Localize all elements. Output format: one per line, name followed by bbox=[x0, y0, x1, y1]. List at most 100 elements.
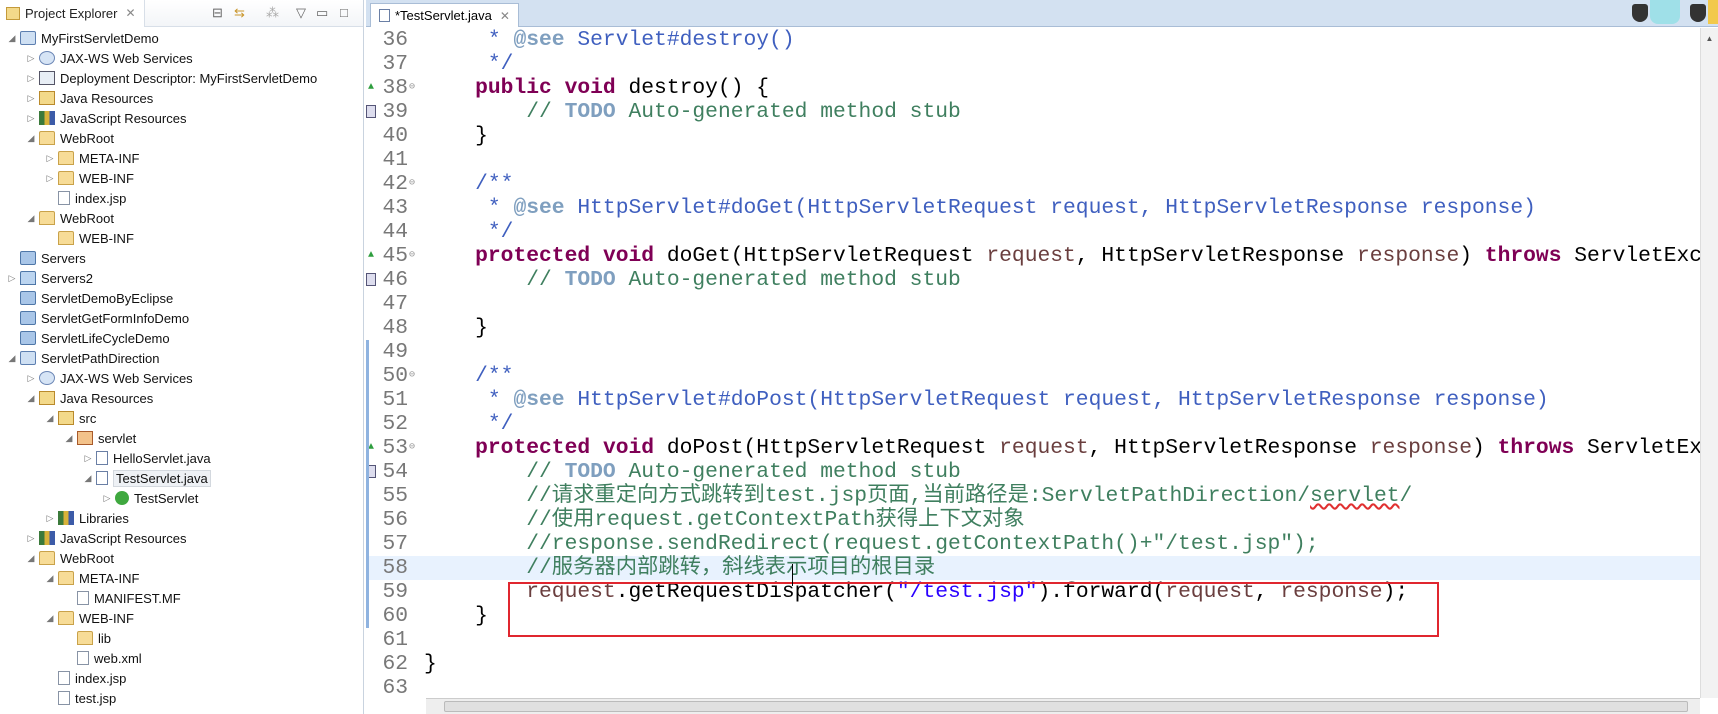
code-area[interactable]: 36 * @see Servlet#destroy() 37 */38 ⊖ ▲ pub… bbox=[366, 28, 1700, 698]
tree-item[interactable]: ▷ META-INF bbox=[44, 148, 140, 168]
collapsed-arrow-icon[interactable]: ▷ bbox=[25, 373, 37, 384]
close-icon[interactable]: ✕ bbox=[125, 6, 135, 20]
minimize-icon[interactable]: ▭ bbox=[316, 5, 328, 21]
tree-item[interactable]: ▷ TestServlet bbox=[101, 488, 199, 508]
collapsed-arrow-icon[interactable]: ▷ bbox=[101, 493, 113, 504]
view-menu-icon[interactable]: ▽ bbox=[296, 5, 306, 21]
filter-icon[interactable]: ⁂ bbox=[266, 5, 279, 21]
expanded-arrow-icon[interactable]: ◢ bbox=[44, 413, 56, 424]
code-line[interactable]: 57 //response.sendRedirect(request.getCo… bbox=[366, 532, 1700, 556]
tree-item[interactable]: test.jsp bbox=[44, 688, 116, 708]
collapsed-arrow-icon[interactable]: ▷ bbox=[25, 93, 37, 104]
horizontal-scrollbar[interactable] bbox=[426, 698, 1700, 714]
code-line[interactable]: 42 ⊖ /** bbox=[366, 172, 1700, 196]
code-line[interactable]: 48 } bbox=[366, 316, 1700, 340]
tree-item[interactable]: ◢ META-INF bbox=[44, 568, 140, 588]
code-line[interactable]: 56 //使用request.getContextPath获得上下文对象 bbox=[366, 508, 1700, 532]
tree-item[interactable]: ServletDemoByEclipse bbox=[6, 288, 173, 308]
code-line[interactable]: 50 ⊖ /** bbox=[366, 364, 1700, 388]
maximize-icon[interactable]: □ bbox=[340, 5, 348, 20]
code-line[interactable]: 54 // TODO Auto-generated method stub bbox=[366, 460, 1700, 484]
code-line[interactable]: 41 bbox=[366, 148, 1700, 172]
collapsed-arrow-icon[interactable]: ▷ bbox=[25, 53, 37, 64]
vertical-scrollbar[interactable]: ▲ bbox=[1700, 28, 1718, 698]
code-line[interactable]: 38 ⊖ ▲ public void destroy() { bbox=[366, 76, 1700, 100]
expanded-arrow-icon[interactable]: ◢ bbox=[25, 213, 37, 224]
code-line[interactable]: 44 */ bbox=[366, 220, 1700, 244]
tree-item[interactable]: ▷ JAX-WS Web Services bbox=[25, 368, 193, 388]
code-line[interactable]: 46 // TODO Auto-generated method stub bbox=[366, 268, 1700, 292]
code-line[interactable]: 39 // TODO Auto-generated method stub bbox=[366, 100, 1700, 124]
code-line[interactable]: 55 //请求重定向方式跳转到test.jsp页面,当前路径是:ServletP… bbox=[366, 484, 1700, 508]
tree-item[interactable]: ▷ Java Resources bbox=[25, 88, 154, 108]
expanded-arrow-icon[interactable]: ◢ bbox=[63, 433, 75, 444]
expanded-arrow-icon[interactable]: ◢ bbox=[82, 473, 94, 484]
code-line[interactable]: 37 */ bbox=[366, 52, 1700, 76]
fold-toggle-icon[interactable]: ⊖ bbox=[409, 172, 415, 196]
fold-toggle-icon[interactable]: ⊖ bbox=[409, 76, 415, 100]
code-line[interactable]: 52 */ bbox=[366, 412, 1700, 436]
tree-item[interactable]: lib bbox=[63, 628, 111, 648]
scroll-up-icon[interactable]: ▲ bbox=[1701, 34, 1718, 43]
collapsed-arrow-icon[interactable]: ▷ bbox=[82, 453, 94, 464]
scrollbar-thumb[interactable] bbox=[444, 701, 1688, 712]
code-line[interactable]: 36 * @see Servlet#destroy() bbox=[366, 28, 1700, 52]
tree-item[interactable]: ▷ Servers2 bbox=[6, 268, 94, 288]
tree-item[interactable]: web.xml bbox=[63, 648, 142, 668]
tree-item[interactable]: ▷ JavaScript Resources bbox=[25, 108, 187, 128]
expanded-arrow-icon[interactable]: ◢ bbox=[6, 33, 18, 44]
expanded-arrow-icon[interactable]: ◢ bbox=[25, 133, 37, 144]
fold-toggle-icon[interactable]: ⊖ bbox=[409, 244, 415, 268]
code-line[interactable]: 40 } bbox=[366, 124, 1700, 148]
collapsed-arrow-icon[interactable]: ▷ bbox=[44, 153, 56, 164]
tree-item[interactable]: ◢ WebRoot bbox=[25, 128, 114, 148]
tree-item[interactable]: ▷ JAX-WS Web Services bbox=[25, 48, 193, 68]
collapsed-arrow-icon[interactable]: ▷ bbox=[44, 513, 56, 524]
collapsed-arrow-icon[interactable]: ▷ bbox=[25, 73, 37, 84]
collapsed-arrow-icon[interactable]: ▷ bbox=[25, 113, 37, 124]
tree-item[interactable]: index.jsp bbox=[44, 188, 126, 208]
code-line[interactable]: 43 * @see HttpServlet#doGet(HttpServletR… bbox=[366, 196, 1700, 220]
fold-toggle-icon[interactable]: ⊖ bbox=[409, 436, 415, 460]
code-line[interactable]: 63 bbox=[366, 676, 1700, 698]
expanded-arrow-icon[interactable]: ◢ bbox=[44, 573, 56, 584]
tree-item[interactable]: ▷ JavaScript Resources bbox=[25, 528, 187, 548]
tree-item[interactable]: ◢ servlet bbox=[63, 428, 137, 448]
tree-item[interactable]: ▷ Libraries bbox=[44, 508, 129, 528]
tree-item[interactable]: Servers bbox=[6, 248, 86, 268]
tree-item[interactable]: ▷ Deployment Descriptor: MyFirstServletDe… bbox=[25, 68, 318, 88]
collapsed-arrow-icon[interactable]: ▷ bbox=[44, 173, 56, 184]
expanded-arrow-icon[interactable]: ◢ bbox=[25, 553, 37, 564]
tree-item[interactable]: ◢ WEB-INF bbox=[44, 608, 134, 628]
tree-item[interactable]: ▷ HelloServlet.java bbox=[82, 448, 211, 468]
tree-item[interactable]: ▷ WEB-INF bbox=[44, 168, 134, 188]
expanded-arrow-icon[interactable]: ◢ bbox=[25, 393, 37, 404]
tree-item[interactable]: ServletGetFormInfoDemo bbox=[6, 308, 189, 328]
fold-toggle-icon[interactable]: ⊖ bbox=[409, 364, 415, 388]
code-line[interactable]: 49 bbox=[366, 340, 1700, 364]
code-line[interactable]: 45 ⊖ ▲ protected void doGet(HttpServletReq… bbox=[366, 244, 1700, 268]
link-with-editor-icon[interactable]: ⇆ bbox=[234, 5, 245, 21]
tree-item[interactable]: MANIFEST.MF bbox=[63, 588, 181, 608]
code-line[interactable]: 51 * @see HttpServlet#doPost(HttpServlet… bbox=[366, 388, 1700, 412]
tree-item[interactable]: ◢ MyFirstServletDemo bbox=[6, 28, 159, 48]
collapsed-arrow-icon[interactable]: ▷ bbox=[25, 533, 37, 544]
code-line[interactable]: 53 ⊖ ▲ protected void doPost(HttpServletRe… bbox=[366, 436, 1700, 460]
tree-item[interactable]: ◢ WebRoot bbox=[25, 548, 114, 568]
tree-item[interactable]: ◢ ServletPathDirection bbox=[6, 348, 160, 368]
close-icon[interactable]: ✕ bbox=[500, 9, 510, 23]
tree-item[interactable]: ◢ Java Resources bbox=[25, 388, 154, 408]
tree-item[interactable]: ServletLifeCycleDemo bbox=[6, 328, 170, 348]
tree-item[interactable]: ◢ WebRoot bbox=[25, 208, 114, 228]
code-line[interactable]: 62} bbox=[366, 652, 1700, 676]
tab-testservlet-java[interactable]: *TestServlet.java ✕ bbox=[370, 3, 519, 27]
expanded-arrow-icon[interactable]: ◢ bbox=[44, 613, 56, 624]
expanded-arrow-icon[interactable]: ◢ bbox=[6, 353, 18, 364]
tab-project-explorer[interactable]: Project Explorer ✕ bbox=[0, 0, 145, 27]
tree-item[interactable]: ◢ TestServlet.java bbox=[82, 468, 211, 488]
tree-item[interactable]: ◢ src bbox=[44, 408, 97, 428]
collapsed-arrow-icon[interactable]: ▷ bbox=[6, 273, 18, 284]
tree-item[interactable]: WEB-INF bbox=[44, 228, 134, 248]
code-line[interactable]: 47 bbox=[366, 292, 1700, 316]
collapse-all-icon[interactable]: ⊟ bbox=[212, 5, 223, 21]
